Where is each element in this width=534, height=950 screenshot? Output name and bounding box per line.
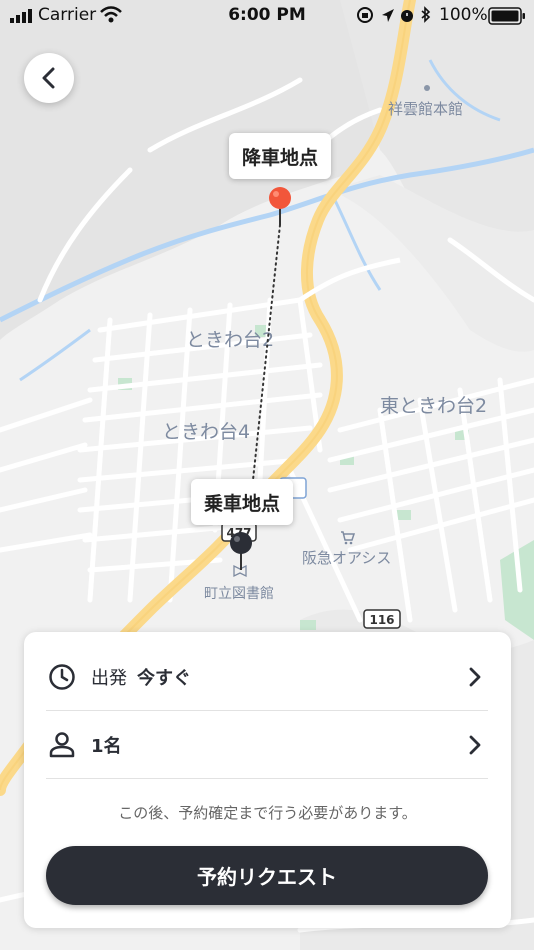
map-label-higashi-tokiwadai2: 東ときわ台2 [380, 395, 487, 417]
map-label-tokiwadai4: ときわ台4 [162, 421, 250, 443]
clock-icon [46, 661, 78, 693]
reservation-request-button[interactable]: 予約リクエスト [46, 846, 488, 905]
map-label-shounkan: 祥雲館本館 [388, 100, 463, 118]
booking-sheet: 出発 今すぐ 1名 この後、予約確定まで行う必要があります。 予約リクエスト [24, 632, 511, 928]
map-label-tokiwadai2: ときわ台2 [186, 329, 274, 351]
battery-icon [488, 7, 525, 25]
departure-label: 出発 [91, 668, 127, 689]
back-button[interactable] [24, 53, 74, 103]
person-icon [46, 729, 78, 761]
passenger-count-row[interactable]: 1名 [46, 712, 488, 779]
dropoff-callout[interactable]: 降車地点 [229, 133, 331, 179]
location-arrow-icon [382, 9, 394, 22]
alarm-icon [401, 10, 413, 22]
passenger-count-value: 1名 [91, 736, 122, 757]
poi-dot [424, 85, 430, 91]
svg-text:116: 116 [369, 613, 394, 627]
confirmation-note: この後、予約確定まで行う必要があります。 [118, 804, 417, 822]
battery-percent: 100% [439, 5, 488, 25]
departure-time-row[interactable]: 出発 今すぐ [46, 644, 488, 711]
chevron-right-icon [469, 735, 481, 755]
bluetooth-icon [421, 6, 431, 23]
route-116-shield: 116 [363, 609, 401, 629]
status-bar: Carrier 6:00 PM 100% [0, 0, 534, 32]
rotation-lock-icon [357, 7, 373, 23]
map-label-hankyu-oasis: 阪急オアシス [302, 549, 391, 567]
status-indicator-icons [357, 6, 431, 23]
map-label-library: 町立図書館 [204, 585, 274, 602]
departure-value: 今すぐ [137, 668, 191, 689]
chevron-right-icon [469, 667, 481, 687]
pickup-callout[interactable]: 乗車地点 [191, 479, 293, 525]
chevron-left-icon [42, 67, 55, 89]
